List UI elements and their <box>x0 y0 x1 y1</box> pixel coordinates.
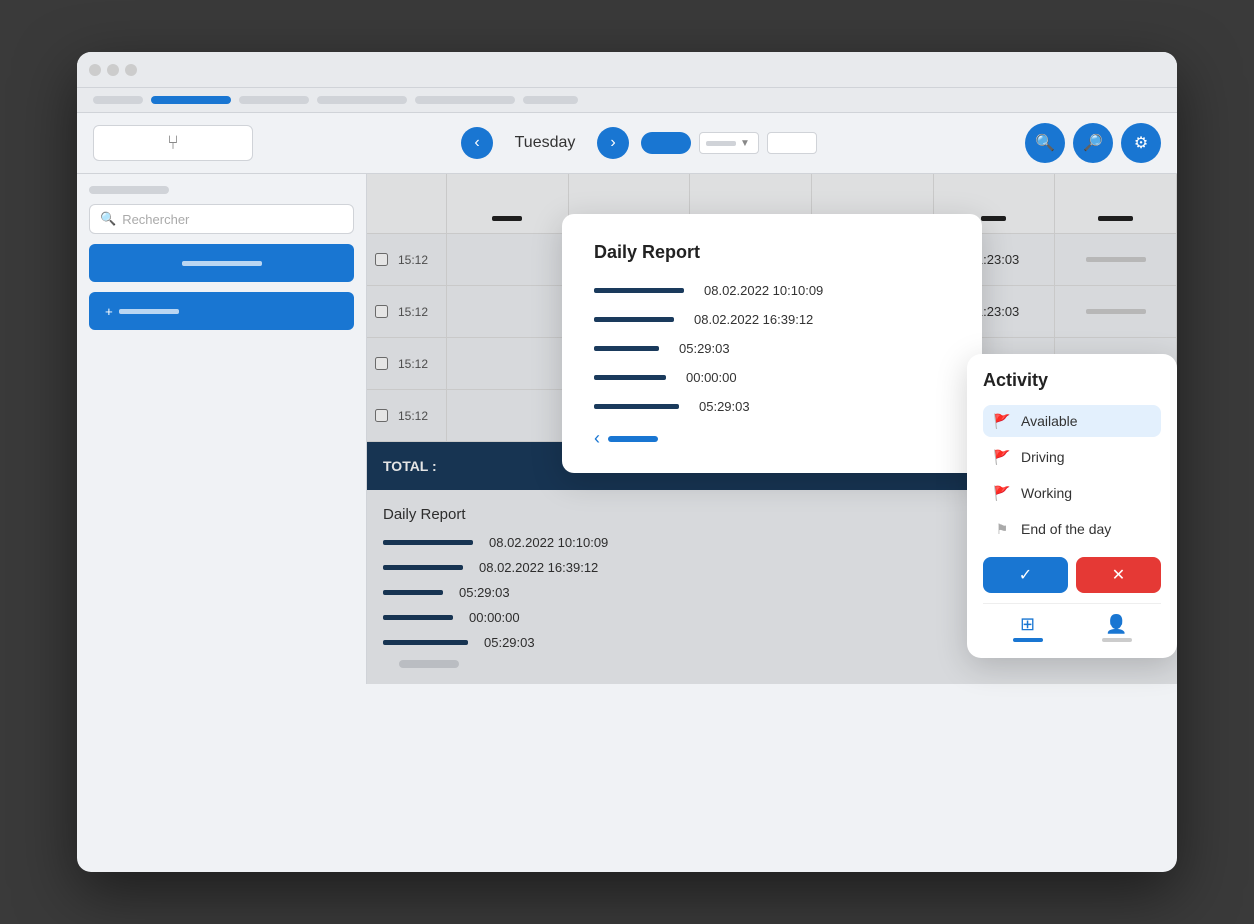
activity-item-end-of-day[interactable]: ⚑ End of the day <box>983 513 1161 545</box>
toolbar-right: 🔍 🔎 ⚙ <box>1025 123 1161 163</box>
tab-6[interactable] <box>523 96 578 104</box>
search-placeholder: Rechercher <box>122 212 189 227</box>
dot-minimize[interactable] <box>107 64 119 76</box>
modal-title: Daily Report <box>594 242 950 263</box>
flag-working-icon: 🚩 <box>993 486 1011 500</box>
zoom-controls: ▼ <box>641 132 817 154</box>
sidebar: 🔍 Rechercher + <box>77 174 367 684</box>
toolbar: ⑂ ‹ Tuesday › ▼ 🔍 🔎 ⚙ <box>77 113 1177 174</box>
tab-2-active[interactable] <box>151 96 231 104</box>
modal-line-3 <box>594 346 659 351</box>
activity-footer-line-2 <box>1102 638 1132 642</box>
activity-label-working: Working <box>1021 485 1072 501</box>
flag-driving-icon: 🚩 <box>993 450 1011 464</box>
modal-row-4: 00:00:00 <box>594 370 950 385</box>
activity-buttons: ✓ ✕ <box>983 557 1161 593</box>
modal-value-2: 08.02.2022 16:39:12 <box>694 312 813 327</box>
activity-item-working[interactable]: 🚩 Working <box>983 477 1161 509</box>
activity-label-end-of-day: End of the day <box>1021 521 1111 537</box>
toolbar-center: ‹ Tuesday › ▼ <box>265 127 1013 159</box>
daily-report-modal: Daily Report 08.02.2022 10:10:09 08.02.2… <box>562 214 982 473</box>
nav-tabs <box>77 88 1177 113</box>
activity-footer: ⊞ 👤 <box>983 603 1161 642</box>
search-box[interactable]: 🔍 Rechercher <box>89 204 354 234</box>
flag-available-icon: 🚩 <box>993 414 1011 428</box>
zoom-select[interactable]: ▼ <box>699 132 759 154</box>
modal-nav: ‹ <box>594 428 950 449</box>
modal-value-5: 05:29:03 <box>699 399 750 414</box>
modal-line-4 <box>594 375 666 380</box>
search-button[interactable]: 🔍 <box>1025 123 1065 163</box>
search-icon: 🔍 <box>100 211 116 227</box>
zoom-toggle[interactable] <box>641 132 691 154</box>
next-day-button[interactable]: › <box>597 127 629 159</box>
modal-prev-btn[interactable]: ‹ <box>594 428 600 449</box>
sidebar-btn-1[interactable] <box>89 244 354 282</box>
activity-confirm-button[interactable]: ✓ <box>983 557 1068 593</box>
dot-close[interactable] <box>89 64 101 76</box>
title-bar <box>77 52 1177 88</box>
toolbar-left: ⑂ <box>93 125 253 161</box>
tab-1[interactable] <box>93 96 143 104</box>
activity-footer-icon-2: 👤 <box>1105 614 1127 635</box>
modal-scroll-indicator <box>608 436 658 442</box>
modal-value-3: 05:29:03 <box>679 341 730 356</box>
tab-4[interactable] <box>317 96 407 104</box>
modal-row-5: 05:29:03 <box>594 399 950 414</box>
tab-3[interactable] <box>239 96 309 104</box>
sidebar-btn-add[interactable]: + <box>89 292 354 330</box>
zoom-button[interactable]: 🔎 <box>1073 123 1113 163</box>
activity-item-driving[interactable]: 🚩 Driving <box>983 441 1161 473</box>
modal-row-1: 08.02.2022 10:10:09 <box>594 283 950 298</box>
sidebar-title-bar <box>89 186 169 194</box>
title-bar-dots <box>89 64 137 76</box>
activity-cancel-button[interactable]: ✕ <box>1076 557 1161 593</box>
activity-label-available: Available <box>1021 413 1078 429</box>
activity-panel: Activity 🚩 Available 🚩 Driving 🚩 Working… <box>967 354 1177 658</box>
settings-button[interactable]: ⚙ <box>1121 123 1161 163</box>
dot-maximize[interactable] <box>125 64 137 76</box>
modal-line-5 <box>594 404 679 409</box>
current-day-label: Tuesday <box>505 134 585 152</box>
activity-footer-icon-1: ⊞ <box>1020 614 1035 635</box>
activity-title: Activity <box>983 370 1161 391</box>
activity-label-driving: Driving <box>1021 449 1065 465</box>
zoom-small[interactable] <box>767 132 817 154</box>
prev-day-button[interactable]: ‹ <box>461 127 493 159</box>
activity-item-available[interactable]: 🚩 Available <box>983 405 1161 437</box>
flag-end-of-day-icon: ⚑ <box>993 522 1011 536</box>
modal-value-1: 08.02.2022 10:10:09 <box>704 283 823 298</box>
modal-row-3: 05:29:03 <box>594 341 950 356</box>
modal-line-1 <box>594 288 684 293</box>
modal-row-2: 08.02.2022 16:39:12 <box>594 312 950 327</box>
activity-footer-btn-2[interactable]: 👤 <box>1072 614 1161 642</box>
org-selector[interactable]: ⑂ <box>93 125 253 161</box>
tab-5[interactable] <box>415 96 515 104</box>
modal-line-2 <box>594 317 674 322</box>
activity-footer-line-1 <box>1013 638 1043 642</box>
main-area: 🔍 Rechercher + <box>77 174 1177 684</box>
browser-window: ⑂ ‹ Tuesday › ▼ 🔍 🔎 ⚙ <box>77 52 1177 872</box>
activity-footer-btn-1[interactable]: ⊞ <box>983 614 1072 642</box>
modal-value-4: 00:00:00 <box>686 370 737 385</box>
